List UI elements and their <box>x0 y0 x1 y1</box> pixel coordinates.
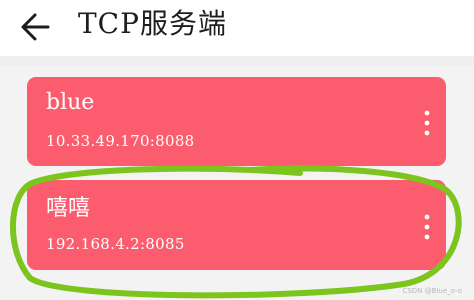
divider <box>0 56 474 66</box>
server-name: blue <box>46 90 95 115</box>
server-card[interactable]: blue 10.33.49.170:8088 <box>27 77 446 166</box>
server-address: 10.33.49.170:8088 <box>46 132 195 150</box>
back-button[interactable] <box>18 10 58 44</box>
server-card[interactable]: 嘻嘻 192.168.4.2:8085 <box>27 180 446 270</box>
app-bar: TCP服务端 <box>0 0 474 56</box>
arrow-left-icon <box>21 13 50 41</box>
more-options-button[interactable] <box>422 109 432 137</box>
more-vertical-icon <box>424 214 430 240</box>
more-vertical-icon <box>424 110 430 136</box>
page-title: TCP服务端 <box>78 7 227 40</box>
server-address: 192.168.4.2:8085 <box>46 235 185 253</box>
server-name: 嘻嘻 <box>46 196 91 221</box>
more-options-button[interactable] <box>422 213 432 241</box>
watermark: CSDN @Blue_o-o <box>402 287 462 295</box>
